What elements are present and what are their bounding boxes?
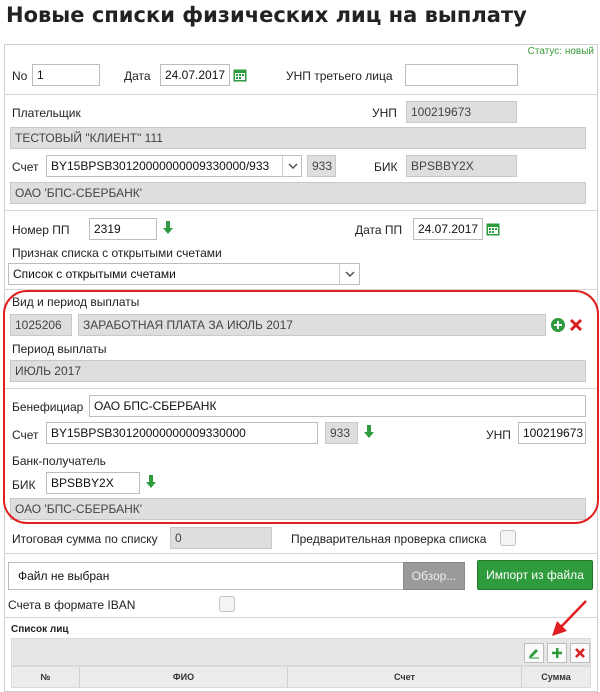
payout-type-label: Вид и период выплаты (12, 295, 140, 309)
divider (5, 289, 597, 290)
beneficiary-input[interactable]: ОАО БПС-СБЕРБАНК (89, 395, 586, 417)
list-flag-value: Список с открытыми счетами (13, 267, 176, 281)
browse-button[interactable]: Обзор... (403, 562, 465, 590)
payer-account-value: BY15BPSB30120000000009330000/933 (51, 159, 270, 173)
payout-code-field: 1025206 (10, 314, 72, 336)
persons-table-header: № ФИО Счет Сумма (11, 666, 591, 688)
pp-number-label: Номер ПП (12, 223, 70, 237)
beneficiary-bic-label: БИК (12, 478, 36, 492)
edit-icon[interactable] (524, 643, 544, 663)
third-party-unp-input[interactable] (405, 64, 518, 86)
col-account: Счет (288, 667, 522, 687)
add-icon[interactable] (547, 643, 567, 663)
col-amount: Сумма (541, 672, 571, 682)
total-label: Итоговая сумма по списку (12, 532, 158, 546)
arrow-down-icon[interactable] (363, 425, 375, 439)
status-text: Статус: новый (527, 46, 594, 57)
payer-name-field: ТЕСТОВЫЙ "КЛИЕНТ" 111 (10, 127, 586, 149)
divider (5, 553, 597, 554)
beneficiary-bank-field: ОАО 'БПС-СБЕРБАНК' (10, 498, 586, 520)
payer-bic-label: БИК (374, 160, 398, 174)
payer-currency-field: 933 (307, 155, 336, 177)
beneficiary-account-input[interactable]: BY15BPSB30120000000009330000 (46, 422, 318, 444)
precheck-checkbox[interactable] (500, 530, 516, 546)
payer-unp-label: УНП (372, 106, 397, 120)
payer-label: Плательщик (12, 106, 81, 120)
pp-date-label: Дата ПП (355, 223, 403, 237)
divider (5, 94, 597, 95)
page-title: Новые списки физических лиц на выплату (6, 3, 527, 27)
payer-unp-field: 100219673 (406, 101, 517, 123)
beneficiary-bic-input[interactable]: BPSBBY2X (46, 472, 140, 494)
payer-account-label: Счет (12, 160, 39, 174)
payer-account-select[interactable]: BY15BPSB30120000000009330000/933 (46, 155, 302, 177)
pp-number-input[interactable]: 2319 (89, 218, 157, 240)
no-label: No (12, 69, 28, 83)
persons-title: Список лиц (11, 624, 69, 635)
chevron-down-icon[interactable] (339, 263, 359, 285)
bank-receiver-label: Банк-получатель (12, 454, 106, 468)
list-flag-label: Признак списка с открытыми счетами (12, 246, 222, 260)
list-flag-select[interactable]: Список с открытыми счетами (8, 263, 360, 285)
divider (5, 617, 597, 618)
pp-date-input[interactable]: 24.07.2017 (413, 218, 483, 240)
plus-circle-icon[interactable] (551, 318, 565, 332)
file-input[interactable]: Файл не выбран (8, 562, 404, 590)
payer-bic-field: BPSBBY2X (406, 155, 517, 177)
arrow-down-icon[interactable] (145, 475, 157, 489)
beneficiary-unp-input[interactable]: 100219673 (518, 422, 586, 444)
import-button[interactable]: Импорт из файла (477, 560, 593, 590)
beneficiary-label: Бенефициар (12, 400, 84, 414)
beneficiary-unp-label: УНП (486, 428, 511, 442)
divider (5, 210, 597, 211)
col-fio: ФИО (80, 667, 288, 687)
persons-toolbar (11, 638, 591, 666)
period-field: ИЮЛЬ 2017 (10, 360, 586, 382)
divider (5, 388, 597, 389)
arrow-down-icon[interactable] (162, 221, 174, 235)
payer-bank-field: ОАО 'БПС-СБЕРБАНК' (10, 182, 586, 204)
total-field: 0 (170, 527, 272, 549)
third-party-unp-label: УНП третьего лица (286, 69, 393, 83)
calendar-icon[interactable] (233, 68, 247, 82)
no-input[interactable]: 1 (32, 64, 100, 86)
iban-checkbox[interactable] (219, 596, 235, 612)
beneficiary-account-label: Счет (12, 428, 39, 442)
col-number: № (12, 667, 80, 687)
date-input[interactable]: 24.07.2017 (160, 64, 230, 86)
delete-icon[interactable] (569, 318, 583, 332)
chevron-down-icon[interactable] (282, 155, 302, 177)
beneficiary-currency-field: 933 (325, 422, 358, 444)
precheck-label: Предварительная проверка списка (291, 532, 487, 546)
period-label: Период выплаты (12, 342, 107, 356)
calendar-icon[interactable] (486, 222, 500, 236)
date-label: Дата (124, 69, 151, 83)
iban-label: Счета в формате IBAN (8, 598, 136, 612)
payout-name-field: ЗАРАБОТНАЯ ПЛАТА ЗА ИЮЛЬ 2017 (78, 314, 546, 336)
delete-icon[interactable] (570, 643, 590, 663)
